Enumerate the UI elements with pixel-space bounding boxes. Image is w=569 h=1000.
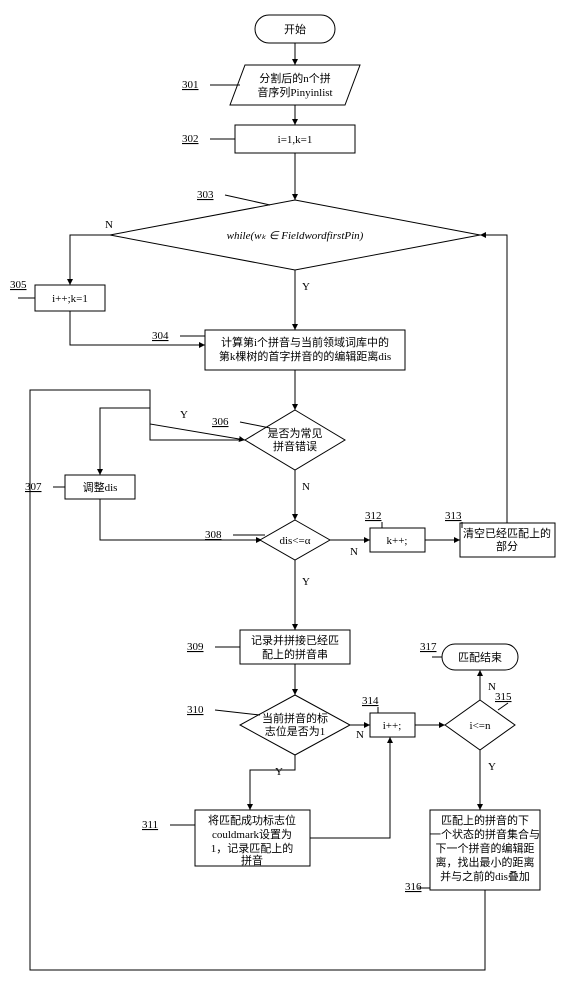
n317-label: 匹配结束 <box>458 651 502 664</box>
n301-line1: 分割后的n个拼 <box>259 71 331 85</box>
n316-l2: 一个状态的拼音集合与 <box>430 827 540 841</box>
n306-l1: 是否为常见 <box>268 427 323 440</box>
n303-y: Y <box>302 281 310 293</box>
n302-label: i=1,k=1 <box>278 134 313 146</box>
n315-y: Y <box>488 761 496 773</box>
ref-307: 307 <box>25 481 42 493</box>
n301-line2: 音序列Pinyinlist <box>257 85 332 99</box>
n304-l1: 计算第i个拼音与当前领域词库中的 <box>221 335 389 349</box>
common-error-decision <box>245 410 345 470</box>
ref-301: 301 <box>182 79 199 91</box>
n310-n: N <box>356 729 364 741</box>
n303-n: N <box>105 219 113 231</box>
n304-l2: 第k棵树的首字拼音的的编辑距离dis <box>219 349 391 363</box>
n314-label: i++; <box>383 720 402 732</box>
n311-l3: 1，记录匹配上的 <box>211 841 294 855</box>
n311-l2: couldmark设置为 <box>212 828 292 841</box>
input-node <box>230 65 360 105</box>
n308-y: Y <box>302 576 310 588</box>
n303-label: while(wₖ ∈ FieldwordfirstPin) <box>227 230 364 242</box>
calc-dis <box>205 330 405 370</box>
n305-label: i++;k=1 <box>52 293 88 305</box>
n311-l4: 拼音 <box>241 853 263 867</box>
n309-l1: 记录并拼接已经匹 <box>251 633 339 647</box>
ref-303: 303 <box>197 189 214 201</box>
n310-l2: 志位是否为1 <box>265 724 326 738</box>
n309-l2: 配上的拼音串 <box>262 647 328 661</box>
n313-l1: 清空已经匹配上的 <box>463 526 551 540</box>
ref-316: 316 <box>405 881 422 893</box>
flag-decision <box>240 695 350 755</box>
n306-n: N <box>302 481 310 493</box>
n310-y: Y <box>275 766 283 778</box>
n308-n: N <box>350 546 358 558</box>
ref-317: 317 <box>420 641 437 653</box>
ref-306: 306 <box>212 416 229 428</box>
ref-305: 305 <box>10 279 27 291</box>
ref-304: 304 <box>152 330 169 342</box>
n306-y: Y <box>180 409 188 421</box>
start-label: 开始 <box>284 22 306 36</box>
n313-l2: 部分 <box>496 539 518 553</box>
n308-label: dis<=α <box>279 535 310 547</box>
ref-313: 313 <box>445 510 462 522</box>
n310-l1: 当前拼音的标 <box>262 711 328 725</box>
n307-label: 调整dis <box>83 480 118 494</box>
ref-308: 308 <box>205 529 222 541</box>
n312-label: k++; <box>387 535 408 547</box>
ref-315: 315 <box>495 691 512 703</box>
n315-n: N <box>488 681 496 693</box>
n316-l3: 下一个拼音的编辑距 <box>436 841 535 855</box>
ref-302: 302 <box>182 133 199 145</box>
n311-l1: 将匹配成功标志位 <box>208 813 296 827</box>
n316-l4: 离，找出最小的距离 <box>436 855 535 869</box>
flowchart: 开始 分割后的n个拼 音序列Pinyinlist 301 i=1,k=1 302… <box>10 10 559 990</box>
n316-l1: 匹配上的拼音的下 <box>441 813 529 827</box>
n316-l5: 并与之前的dis叠加 <box>440 869 530 883</box>
ref-311: 311 <box>142 819 158 831</box>
ref-314: 314 <box>362 695 379 707</box>
n315-label: i<=n <box>470 720 491 732</box>
ref-309: 309 <box>187 641 204 653</box>
ref-312: 312 <box>365 510 382 522</box>
ref-310: 310 <box>187 704 204 716</box>
n306-l2: 拼音错误 <box>273 439 317 453</box>
